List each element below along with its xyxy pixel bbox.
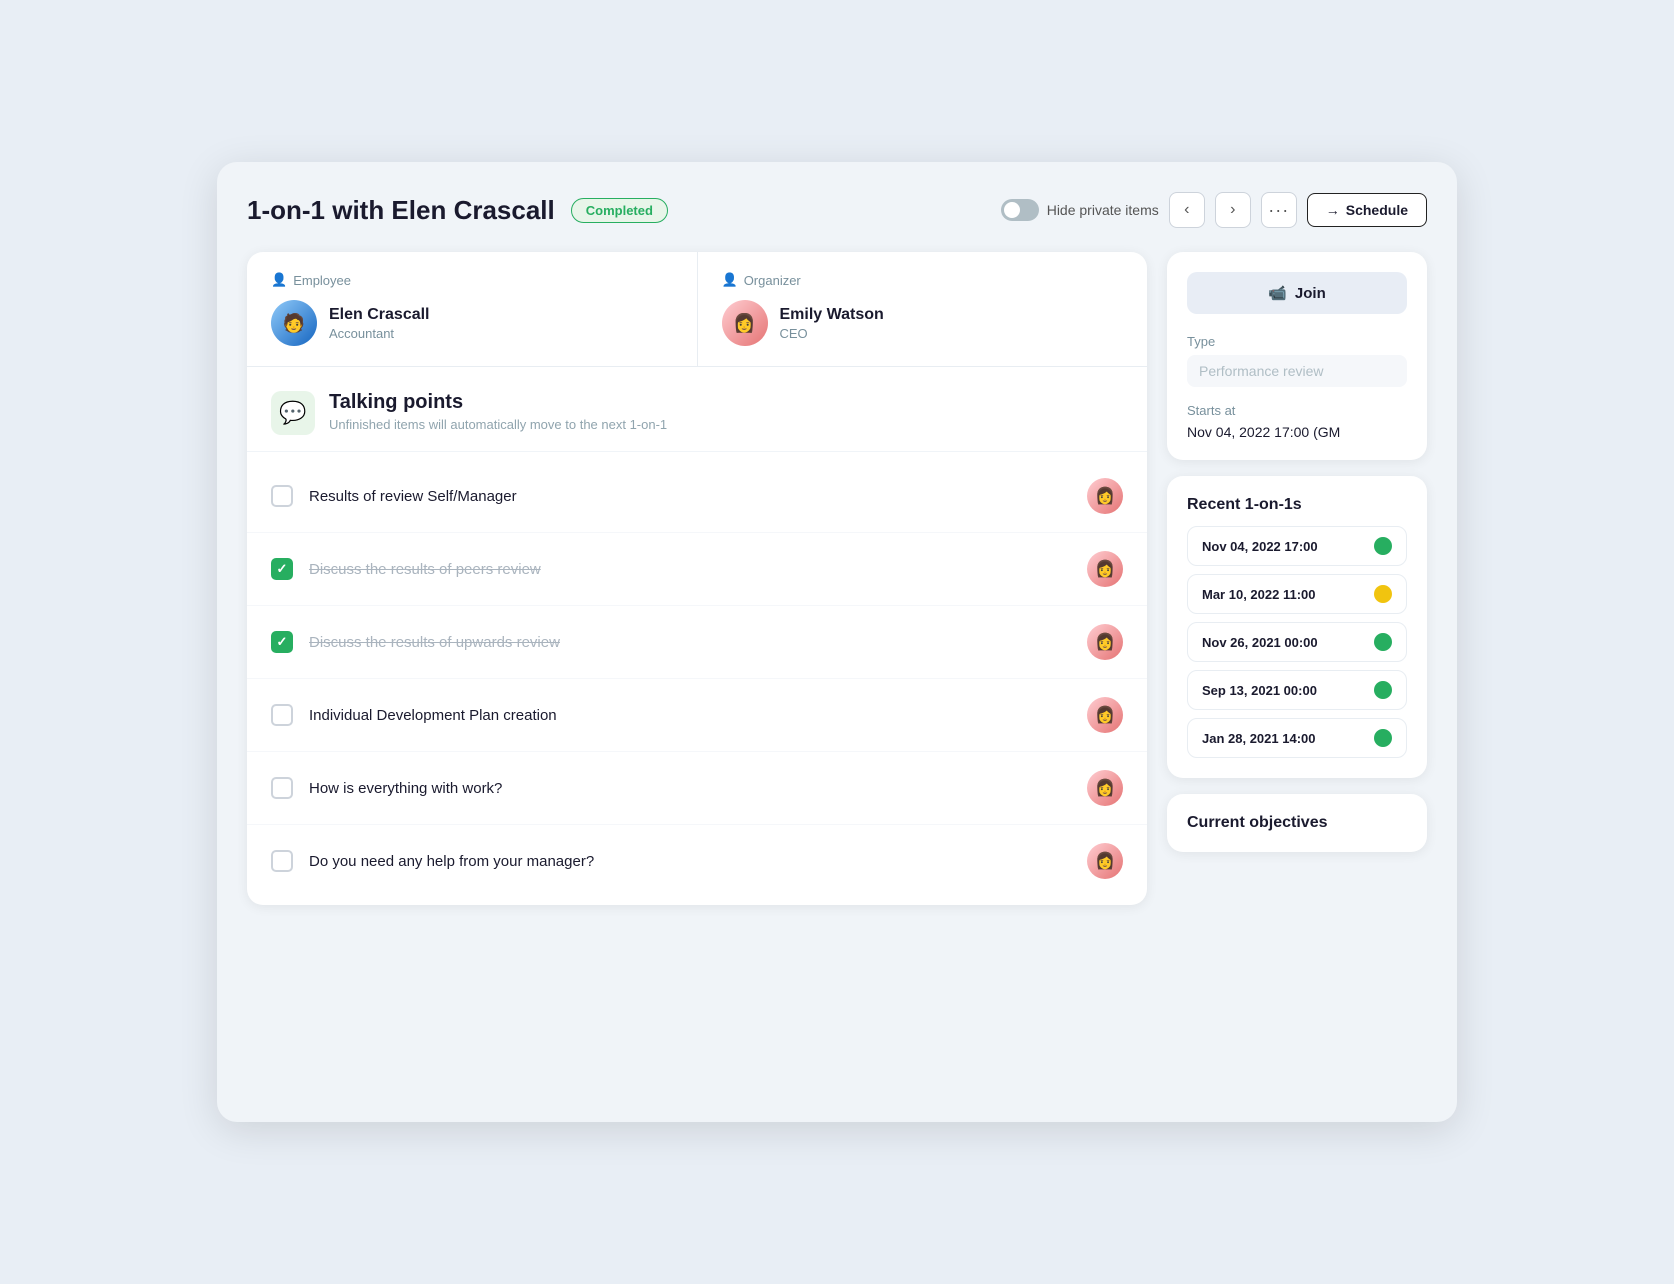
recent-date-1: Nov 04, 2022 17:00 [1202,539,1318,554]
checkbox-6[interactable] [271,850,293,872]
talking-points-title: Talking points [329,391,667,414]
app-window: 1-on-1 with Elen Crascall Completed Hide… [217,162,1457,1122]
organizer-avatar: 👩 [722,300,768,346]
employee-info: 🧑 Elen Crascall Accountant [271,300,673,346]
employee-section: 👤 Employee 🧑 Elen Crascall Accountant [247,252,698,366]
recent-item-4[interactable]: Sep 13, 2021 00:00 [1187,670,1407,710]
agenda-item-3: Discuss the results of upwards review 👩 [247,606,1147,679]
header: 1-on-1 with Elen Crascall Completed Hide… [247,192,1427,228]
agenda-text-3: Discuss the results of upwards review [309,634,1071,651]
recent-item-5[interactable]: Jan 28, 2021 14:00 [1187,718,1407,758]
organizer-section: 👤 Organizer 👩 Emily Watson CEO [698,252,1148,366]
agenda-avatar-5: 👩 [1087,770,1123,806]
agenda-avatar-6: 👩 [1087,843,1123,879]
person-icon: 👤 [271,272,287,288]
organizer-details: Emily Watson CEO [780,306,884,341]
recent-item-1[interactable]: Nov 04, 2022 17:00 [1187,526,1407,566]
agenda-avatar-3: 👩 [1087,624,1123,660]
participants-section: 👤 Employee 🧑 Elen Crascall Accountant [247,252,1147,367]
checkbox-4[interactable] [271,704,293,726]
checkbox-3[interactable] [271,631,293,653]
organizer-info: 👩 Emily Watson CEO [722,300,1124,346]
recent-status-4 [1374,681,1392,699]
page-title: 1-on-1 with Elen Crascall [247,195,555,226]
type-value: Performance review [1187,355,1407,387]
prev-button[interactable]: ‹ [1169,192,1205,228]
recent-date-2: Mar 10, 2022 11:00 [1202,587,1315,602]
recent-status-5 [1374,729,1392,747]
starts-value: Nov 04, 2022 17:00 (GM [1187,424,1407,440]
organizer-title: CEO [780,326,884,341]
checkbox-5[interactable] [271,777,293,799]
organizer-name: Emily Watson [780,306,884,324]
right-panel: 📹 Join Type Performance review Starts at… [1167,252,1427,905]
recent-date-5: Jan 28, 2021 14:00 [1202,731,1315,746]
recent-status-2 [1374,585,1392,603]
recent-item-3[interactable]: Nov 26, 2021 00:00 [1187,622,1407,662]
video-icon: 📹 [1268,284,1287,302]
agenda-text-6: Do you need any help from your manager? [309,853,1071,870]
talking-points-subtitle: Unfinished items will automatically move… [329,417,667,432]
recent-date-4: Sep 13, 2021 00:00 [1202,683,1317,698]
person-icon-organizer: 👤 [722,272,738,288]
next-button[interactable]: › [1215,192,1251,228]
left-panel: 👤 Employee 🧑 Elen Crascall Accountant [247,252,1147,905]
hide-private-toggle-container: Hide private items [1001,199,1159,221]
recent-status-1 [1374,537,1392,555]
hide-private-toggle[interactable] [1001,199,1039,221]
recent-status-3 [1374,633,1392,651]
recent-date-3: Nov 26, 2021 00:00 [1202,635,1318,650]
agenda-text-5: How is everything with work? [309,780,1071,797]
current-objectives-card: Current objectives [1167,794,1427,852]
agenda-avatar-1: 👩 [1087,478,1123,514]
status-badge: Completed [571,198,668,223]
agenda-item-4: Individual Development Plan creation 👩 [247,679,1147,752]
talking-points-icon: 💬 [271,391,315,435]
schedule-button[interactable]: → Schedule [1307,193,1427,227]
checkbox-1[interactable] [271,485,293,507]
recent-1on1s-title: Recent 1-on-1s [1187,496,1407,514]
agenda-item-6: Do you need any help from your manager? … [247,825,1147,897]
employee-details: Elen Crascall Accountant [329,306,430,341]
employee-title: Accountant [329,326,430,341]
checkbox-2[interactable] [271,558,293,580]
agenda-item-2: Discuss the results of peers review 👩 [247,533,1147,606]
main-layout: 👤 Employee 🧑 Elen Crascall Accountant [247,252,1427,905]
type-label: Type [1187,334,1407,349]
recent-1on1s-card: Recent 1-on-1s Nov 04, 2022 17:00 Mar 10… [1167,476,1427,778]
agenda-item-5: How is everything with work? 👩 [247,752,1147,825]
agenda-avatar-2: 👩 [1087,551,1123,587]
talking-points-header: 💬 Talking points Unfinished items will a… [247,367,1147,452]
agenda-text-2: Discuss the results of peers review [309,561,1071,578]
meeting-info-card: 📹 Join Type Performance review Starts at… [1167,252,1427,460]
header-controls: Hide private items ‹ › ··· → Schedule [1001,192,1427,228]
arrow-right-icon: → [1326,202,1340,218]
starts-label: Starts at [1187,403,1407,418]
current-objectives-title: Current objectives [1187,814,1407,832]
organizer-role: 👤 Organizer [722,272,1124,288]
talking-points-text: Talking points Unfinished items will aut… [329,391,667,432]
employee-name: Elen Crascall [329,306,430,324]
agenda-text-4: Individual Development Plan creation [309,707,1071,724]
more-options-button[interactable]: ··· [1261,192,1297,228]
agenda-items-list: Results of review Self/Manager 👩 Discuss… [247,452,1147,905]
hide-private-label: Hide private items [1047,202,1159,218]
recent-item-2[interactable]: Mar 10, 2022 11:00 [1187,574,1407,614]
employee-avatar: 🧑 [271,300,317,346]
employee-role: 👤 Employee [271,272,673,288]
agenda-avatar-4: 👩 [1087,697,1123,733]
join-button[interactable]: 📹 Join [1187,272,1407,314]
agenda-text-1: Results of review Self/Manager [309,488,1071,505]
agenda-item-1: Results of review Self/Manager 👩 [247,460,1147,533]
